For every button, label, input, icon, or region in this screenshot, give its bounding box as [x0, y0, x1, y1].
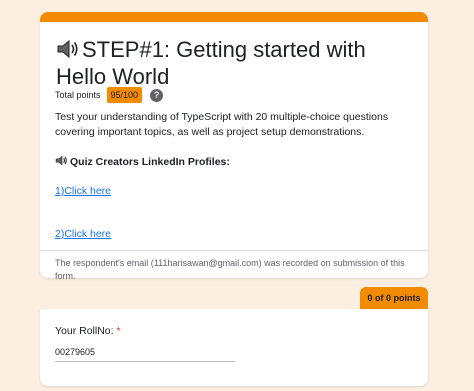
question-card: Your RollNo: * 00279605	[40, 309, 428, 386]
rollno-answer-field: 00279605	[55, 347, 235, 362]
form-description: Test your understanding of TypeScript wi…	[55, 111, 389, 138]
linkedin-link-1[interactable]: 1)Click here	[55, 185, 111, 197]
email-recorded-note: The respondent's email (111harisawan@gma…	[55, 258, 405, 281]
total-points-badge: 95/100	[106, 87, 143, 103]
speaker-icon	[56, 39, 80, 64]
total-points-label: Total points	[55, 90, 101, 100]
required-asterisk: *	[116, 325, 121, 337]
total-points-row: Total points 95/100 ?	[55, 86, 164, 104]
divider	[40, 250, 428, 251]
question-label: Your RollNo: *	[55, 325, 121, 337]
form-title-text: STEP#1: Getting started with Hello World	[56, 37, 366, 89]
help-icon[interactable]: ?	[150, 88, 164, 102]
speaker-icon	[55, 155, 70, 169]
linkedin-link-2[interactable]: 2)Click here	[55, 228, 111, 240]
question-score-badge: 0 of 0 points	[360, 287, 428, 309]
quiz-creators-heading: Quiz Creators LinkedIn Profiles:	[55, 155, 230, 169]
question-label-text: Your RollNo:	[55, 325, 114, 337]
quiz-creators-label: Quiz Creators LinkedIn Profiles:	[70, 156, 230, 168]
form-title: STEP#1: Getting started with Hello World	[56, 37, 416, 89]
form-header-card: STEP#1: Getting started with Hello World…	[40, 12, 428, 281]
